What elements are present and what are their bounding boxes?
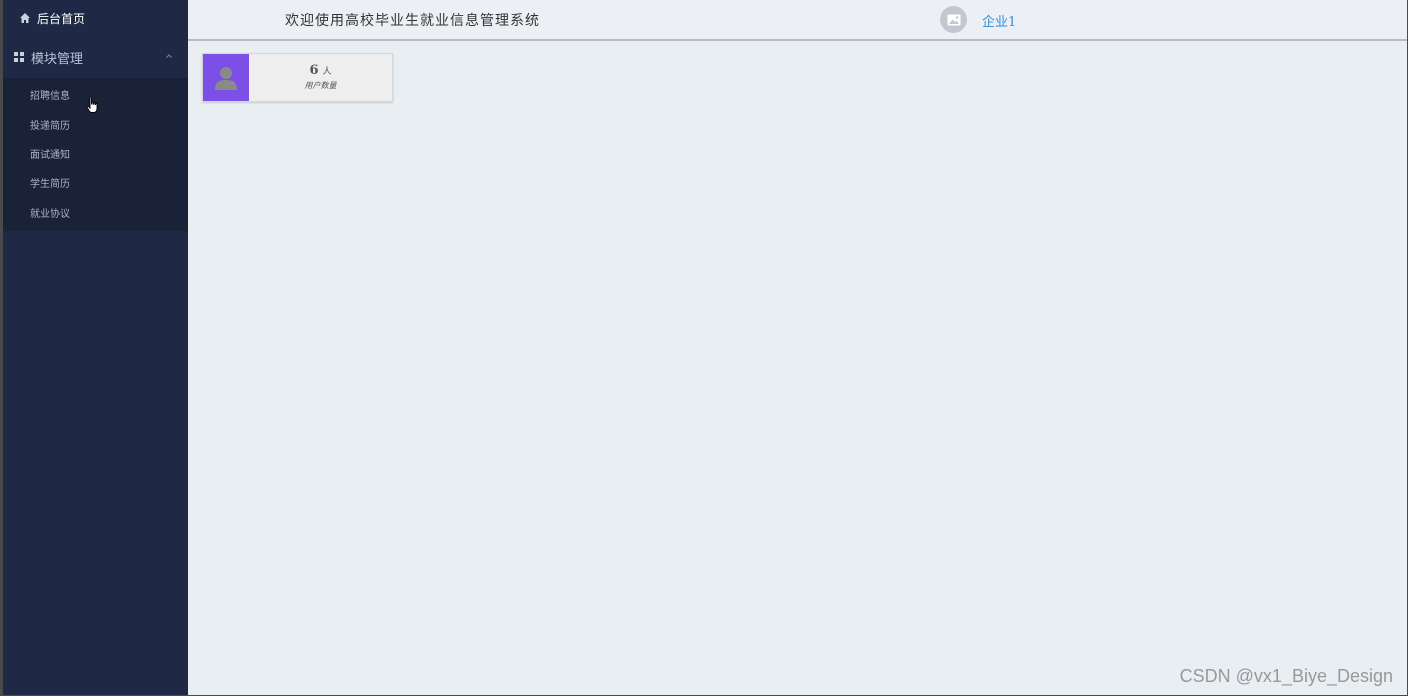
stat-label: 用户数量 <box>304 81 337 90</box>
grid-icon <box>13 51 25 63</box>
sidebar-item-label: 投递简历 <box>30 120 70 132</box>
sidebar-item-label: 就业协议 <box>30 208 70 220</box>
sidebar-item-label: 面试通知 <box>30 149 70 161</box>
sidebar: 后台首页 模块管理 招聘信息 投递简历 面试通知 学生简历 就业协议 <box>3 0 188 695</box>
user-name-link[interactable]: 企业1 <box>982 11 1016 30</box>
stat-value: 6 <box>309 63 319 78</box>
sidebar-item-home[interactable]: 后台首页 <box>3 0 188 36</box>
sidebar-home-label: 后台首页 <box>37 11 86 26</box>
sidebar-item-label: 学生简历 <box>30 179 70 191</box>
top-header: 欢迎使用高校毕业生就业信息管理系统 企业1 <box>188 0 1407 41</box>
sidebar-item-student-resumes[interactable]: 学生简历 <box>3 168 188 197</box>
sidebar-item-label: 招聘信息 <box>30 91 70 103</box>
stat-body: 6人 用户数量 <box>249 54 392 101</box>
sidebar-group-module-management[interactable]: 模块管理 <box>3 36 188 78</box>
page-title: 欢迎使用高校毕业生就业信息管理系统 <box>285 13 540 29</box>
avatar[interactable] <box>940 6 967 33</box>
sidebar-item-interview-notices[interactable]: 面试通知 <box>3 139 188 168</box>
stat-value-line: 6人 <box>309 63 331 80</box>
sidebar-item-employment-agreements[interactable]: 就业协议 <box>3 198 188 227</box>
image-icon <box>947 14 960 25</box>
stat-icon-box <box>203 54 249 101</box>
watermark: CSDN @vx1_Biye_Design <box>1179 666 1393 686</box>
home-icon <box>19 12 31 24</box>
stat-unit: 人 <box>322 67 332 77</box>
hand-pointer-cursor-icon <box>86 96 100 114</box>
sidebar-group-label: 模块管理 <box>31 51 84 67</box>
app-frame: 后台首页 模块管理 招聘信息 投递简历 面试通知 学生简历 就业协议 欢迎使用高… <box>0 0 1408 696</box>
user-icon <box>215 66 237 90</box>
user-count-card[interactable]: 6人 用户数量 <box>202 53 393 102</box>
chevron-up-icon <box>164 51 174 61</box>
